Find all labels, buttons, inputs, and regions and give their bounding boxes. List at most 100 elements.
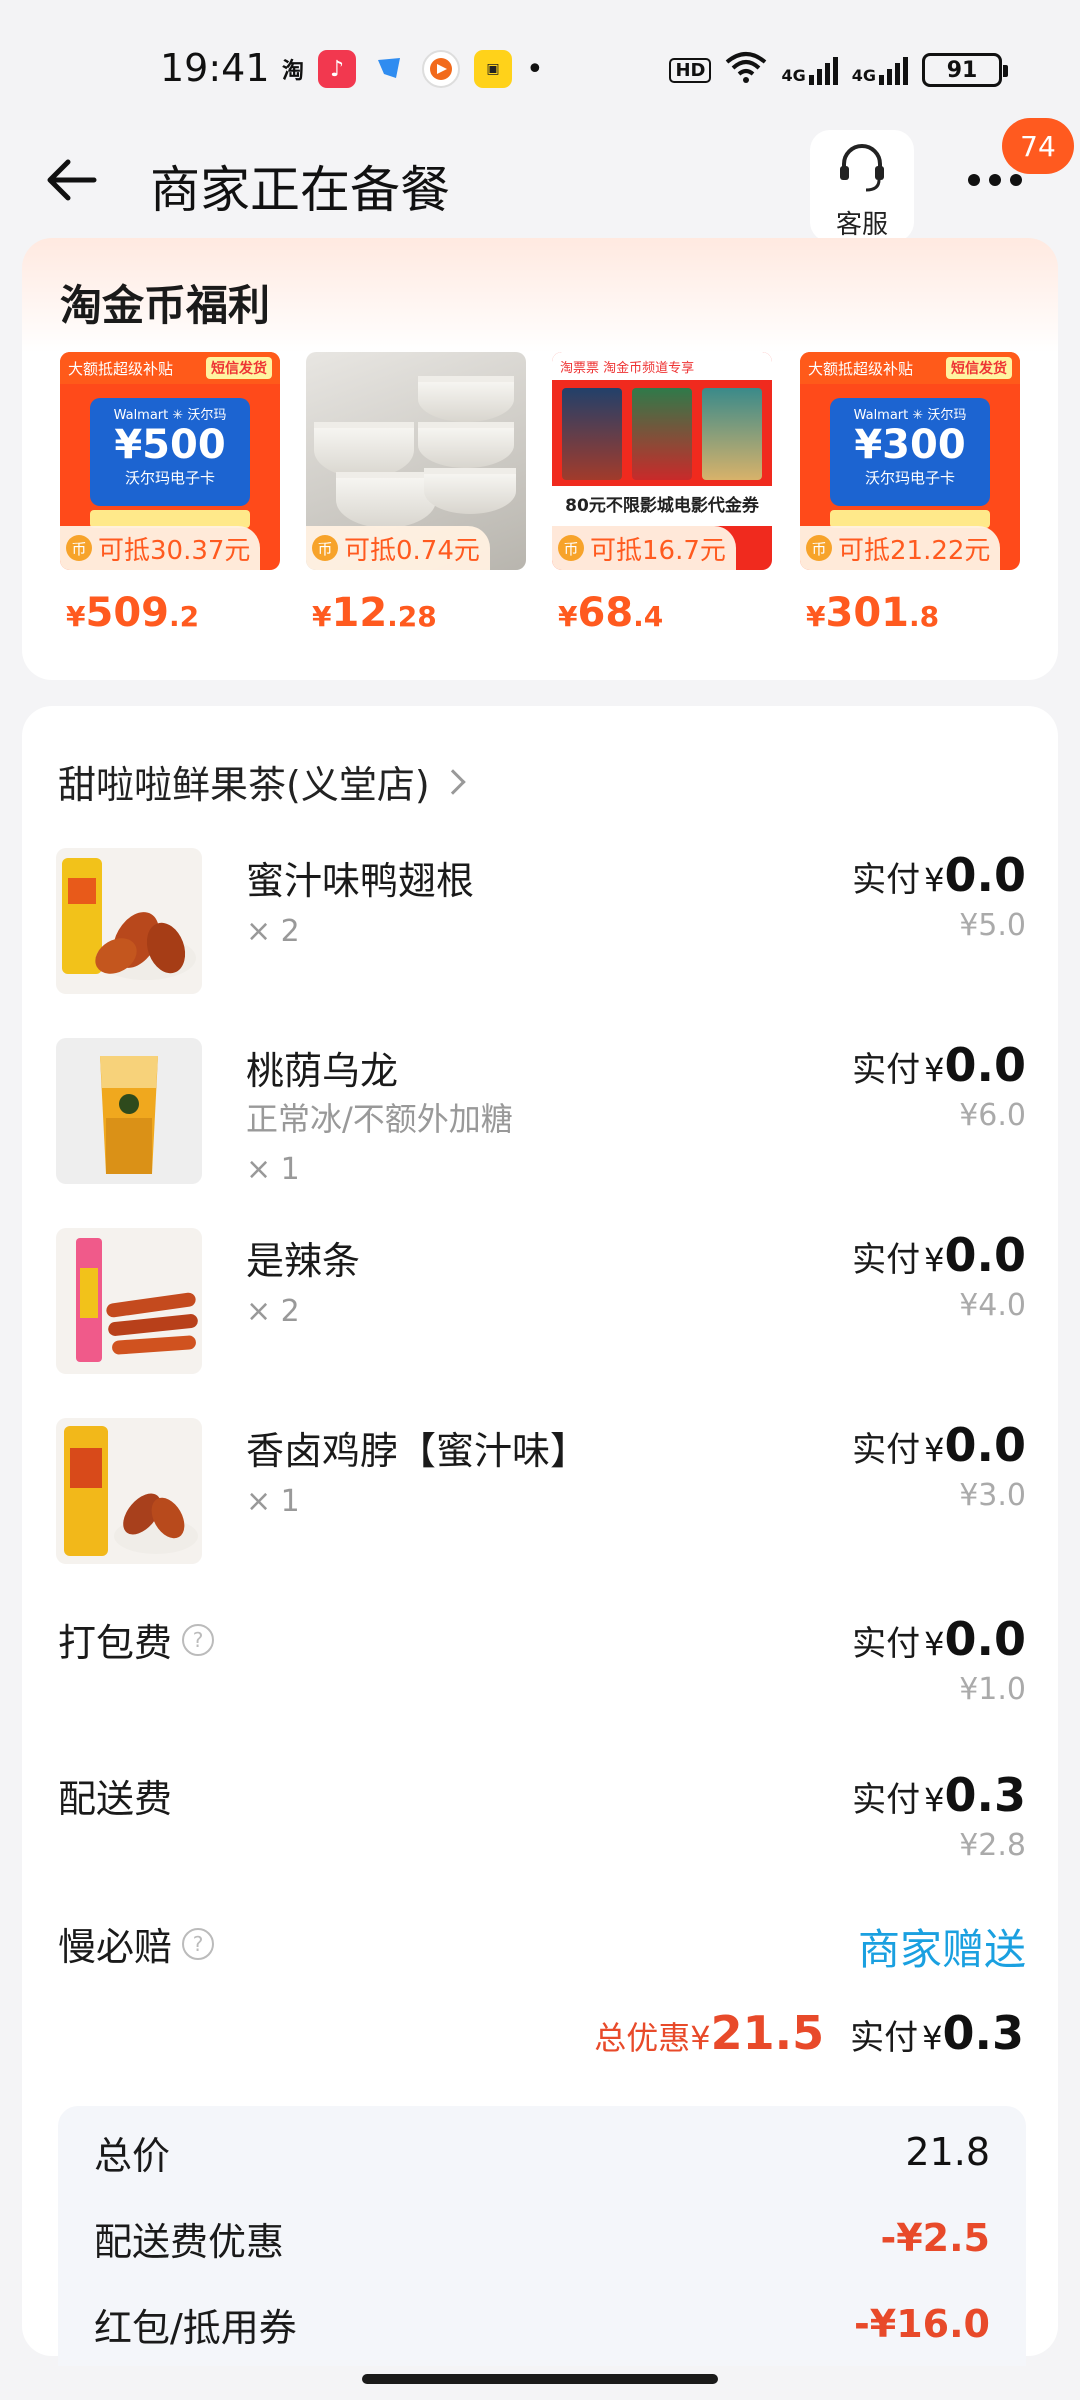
product-price: ¥509.2 — [66, 590, 200, 636]
coin-deduct-tag: 币可抵16.7元 — [552, 526, 736, 570]
header: 商家正在备餐 客服 74 — [0, 118, 1080, 242]
status-bar: 19:41 淘 ♪ ▣ • HD 4G 4G 91 — [0, 0, 1080, 130]
product-image-bowls: 币可抵0.74元 — [306, 352, 526, 570]
movie-poster — [562, 388, 622, 480]
page-title: 商家正在备餐 — [150, 161, 450, 219]
coin-welfare-card: 淘金币福利 大额抵超级补贴 短信发货 Walmart ✳ 沃尔玛 ¥500 沃尔玛… — [22, 238, 1058, 680]
status-app-icons: 淘 ♪ ▣ • — [282, 50, 544, 88]
shop-link[interactable]: 甜啦啦鲜果茶(义堂店) — [58, 754, 466, 809]
status-indicators: HD 4G 4G 91 — [669, 50, 1008, 90]
wifi-icon — [725, 50, 767, 90]
customer-service-button[interactable]: 客服 — [810, 130, 914, 242]
bowl-shape — [314, 422, 414, 478]
help-icon[interactable]: ? — [182, 1927, 215, 1960]
headset-icon — [840, 144, 884, 192]
item-image-duck-wing — [56, 848, 202, 994]
product-banner: 大额抵超级补贴 短信发货 — [60, 352, 280, 384]
item-original-price: ¥4.0 — [959, 1288, 1026, 1323]
taobao-app-icon: 淘 — [282, 59, 305, 84]
product-price: ¥68.4 — [558, 590, 664, 636]
battery-level: 91 — [946, 57, 978, 83]
home-indicator[interactable] — [362, 2374, 718, 2384]
item-quantity: × 1 — [246, 1484, 300, 1519]
order-item[interactable]: 是辣条 × 2 实付 ¥0.0 ¥4.0 — [56, 1228, 1026, 1378]
notification-badge: 74 — [1002, 118, 1074, 174]
item-price: 实付 ¥0.0 ¥4.0 — [852, 1228, 1026, 1323]
gift-card-graphic: Walmart ✳ 沃尔玛 ¥500 沃尔玛电子卡 — [90, 398, 250, 506]
order-item[interactable]: 桃荫乌龙 正常冰/不额外加糖 × 1 实付 ¥0.0 ¥6.0 — [56, 1038, 1026, 1188]
fee-price: 实付 ¥0.0 ¥1.0 — [852, 1612, 1026, 1707]
product-image-movie-voucher: 淘票票 淘金币频道专享 80元不限影城电影代金券 币可抵16.7元 — [552, 352, 772, 570]
item-quantity: × 1 — [246, 1152, 300, 1187]
item-name: 蜜汁味鸭翅根 — [246, 859, 475, 903]
breakdown-row: 配送费优惠 -¥2.5 — [94, 2216, 990, 2264]
item-quantity: × 2 — [246, 1294, 300, 1329]
product-banner: 大额抵超级补贴 短信发货 — [800, 352, 1020, 384]
item-price: 实付 ¥0.0 ¥6.0 — [852, 1038, 1026, 1133]
game-app-icon: ▣ — [474, 50, 513, 88]
gift-card-graphic: Walmart ✳ 沃尔玛 ¥300 沃尔玛电子卡 — [830, 398, 990, 506]
fee-name: 慢必赔 — [58, 1925, 173, 1969]
delivery-fee-row: 配送费 实付 ¥0.3 ¥2.8 — [58, 1768, 1026, 1863]
movie-poster — [632, 388, 692, 480]
signal-icon-1: 4G — [781, 55, 838, 85]
order-summary: 总优惠 ¥ 21.5 实付 ¥ 0.3 — [594, 2006, 1024, 2060]
total-discount-value: 21.5 — [710, 2006, 825, 2060]
fee-original-price: ¥1.0 — [959, 1672, 1026, 1707]
item-price: 实付 ¥0.0 ¥5.0 — [852, 848, 1026, 943]
signal-icon-2: 4G — [852, 55, 908, 85]
fee-price: 实付 ¥0.3 ¥2.8 — [852, 1768, 1026, 1863]
hd-icon: HD — [669, 57, 712, 83]
back-arrow-icon — [47, 159, 97, 201]
product-banner: 淘票票 淘金币频道专享 — [552, 352, 772, 380]
bowl-shape — [418, 376, 514, 422]
product-image-walmart-500: 大额抵超级补贴 短信发货 Walmart ✳ 沃尔玛 ¥500 沃尔玛电子卡 币可… — [60, 352, 280, 570]
more-dot-icon — [989, 174, 1001, 186]
coin-icon: 币 — [558, 535, 584, 561]
product-price: ¥301.8 — [806, 590, 940, 636]
coin-icon: 币 — [66, 535, 92, 561]
coin-deduct-tag: 币可抵30.37元 — [60, 526, 261, 570]
packing-fee-row: 打包费? 实付 ¥0.0 ¥1.0 — [58, 1612, 1026, 1707]
messenger-app-icon — [370, 50, 408, 88]
back-button[interactable] — [40, 148, 104, 212]
item-name: 香卤鸡脖【蜜汁味】 — [246, 1429, 589, 1473]
shop-name: 甜啦啦鲜果茶(义堂店) — [58, 763, 430, 807]
item-image-oolong-tea — [56, 1038, 202, 1184]
breakdown-row: 总价 21.8 — [94, 2130, 990, 2178]
fee-name: 配送费 — [58, 1777, 173, 1821]
coin-deduct-tag: 币可抵21.22元 — [800, 526, 1001, 570]
item-original-price: ¥3.0 — [959, 1478, 1026, 1513]
video-app-icon — [422, 50, 461, 88]
status-dot: • — [526, 51, 544, 87]
total-discount-label: 总优惠 — [594, 2019, 691, 2057]
order-item[interactable]: 蜜汁味鸭翅根 × 2 实付 ¥0.0 ¥5.0 — [56, 848, 1026, 998]
help-icon[interactable]: ? — [182, 1623, 215, 1656]
product-price: ¥12.28 — [312, 590, 437, 636]
welfare-title: 淘金币福利 — [60, 281, 271, 330]
voucher-title: 80元不限影城电影代金券 — [552, 486, 772, 526]
merchant-gift-label: 商家赠送 — [857, 1925, 1026, 1974]
item-image-spicy-strip — [56, 1228, 202, 1374]
product-image-walmart-300: 大额抵超级补贴 短信发货 Walmart ✳ 沃尔玛 ¥300 沃尔玛电子卡 币可… — [800, 352, 1020, 570]
paid-value: 0.3 — [942, 2006, 1025, 2060]
item-name: 是辣条 — [246, 1239, 361, 1283]
order-detail-card: 甜啦啦鲜果茶(义堂店) 蜜汁味鸭翅根 × 2 实付 ¥0.0 ¥5.0 桃荫乌龙 … — [22, 706, 1058, 2366]
bowl-shape — [336, 472, 436, 528]
welfare-product[interactable]: 大额抵超级补贴 短信发货 Walmart ✳ 沃尔玛 ¥300 沃尔玛电子卡 币可… — [800, 352, 1020, 636]
movie-poster — [702, 388, 762, 480]
welfare-product[interactable]: 大额抵超级补贴 短信发货 Walmart ✳ 沃尔玛 ¥500 沃尔玛电子卡 币可… — [60, 352, 280, 636]
price-breakdown: 总价 21.8 配送费优惠 -¥2.5 红包/抵用券 -¥16.0 — [58, 2106, 1026, 2366]
music-app-icon: ♪ — [318, 50, 357, 88]
more-dot-icon — [968, 174, 980, 186]
welfare-product[interactable]: 淘票票 淘金币频道专享 80元不限影城电影代金券 币可抵16.7元 ¥68.4 — [552, 352, 772, 636]
coin-icon: 币 — [806, 535, 832, 561]
order-item[interactable]: 香卤鸡脖【蜜汁味】 × 1 实付 ¥0.0 ¥3.0 — [56, 1418, 1026, 1568]
item-quantity: × 2 — [246, 914, 300, 949]
bowl-shape — [424, 468, 516, 514]
customer-service-label: 客服 — [835, 210, 888, 240]
welfare-product[interactable]: 币可抵0.74元 ¥12.28 — [306, 352, 526, 636]
status-time: 19:41 — [160, 46, 270, 90]
item-original-price: ¥6.0 — [959, 1098, 1026, 1133]
chevron-right-icon — [439, 768, 466, 795]
